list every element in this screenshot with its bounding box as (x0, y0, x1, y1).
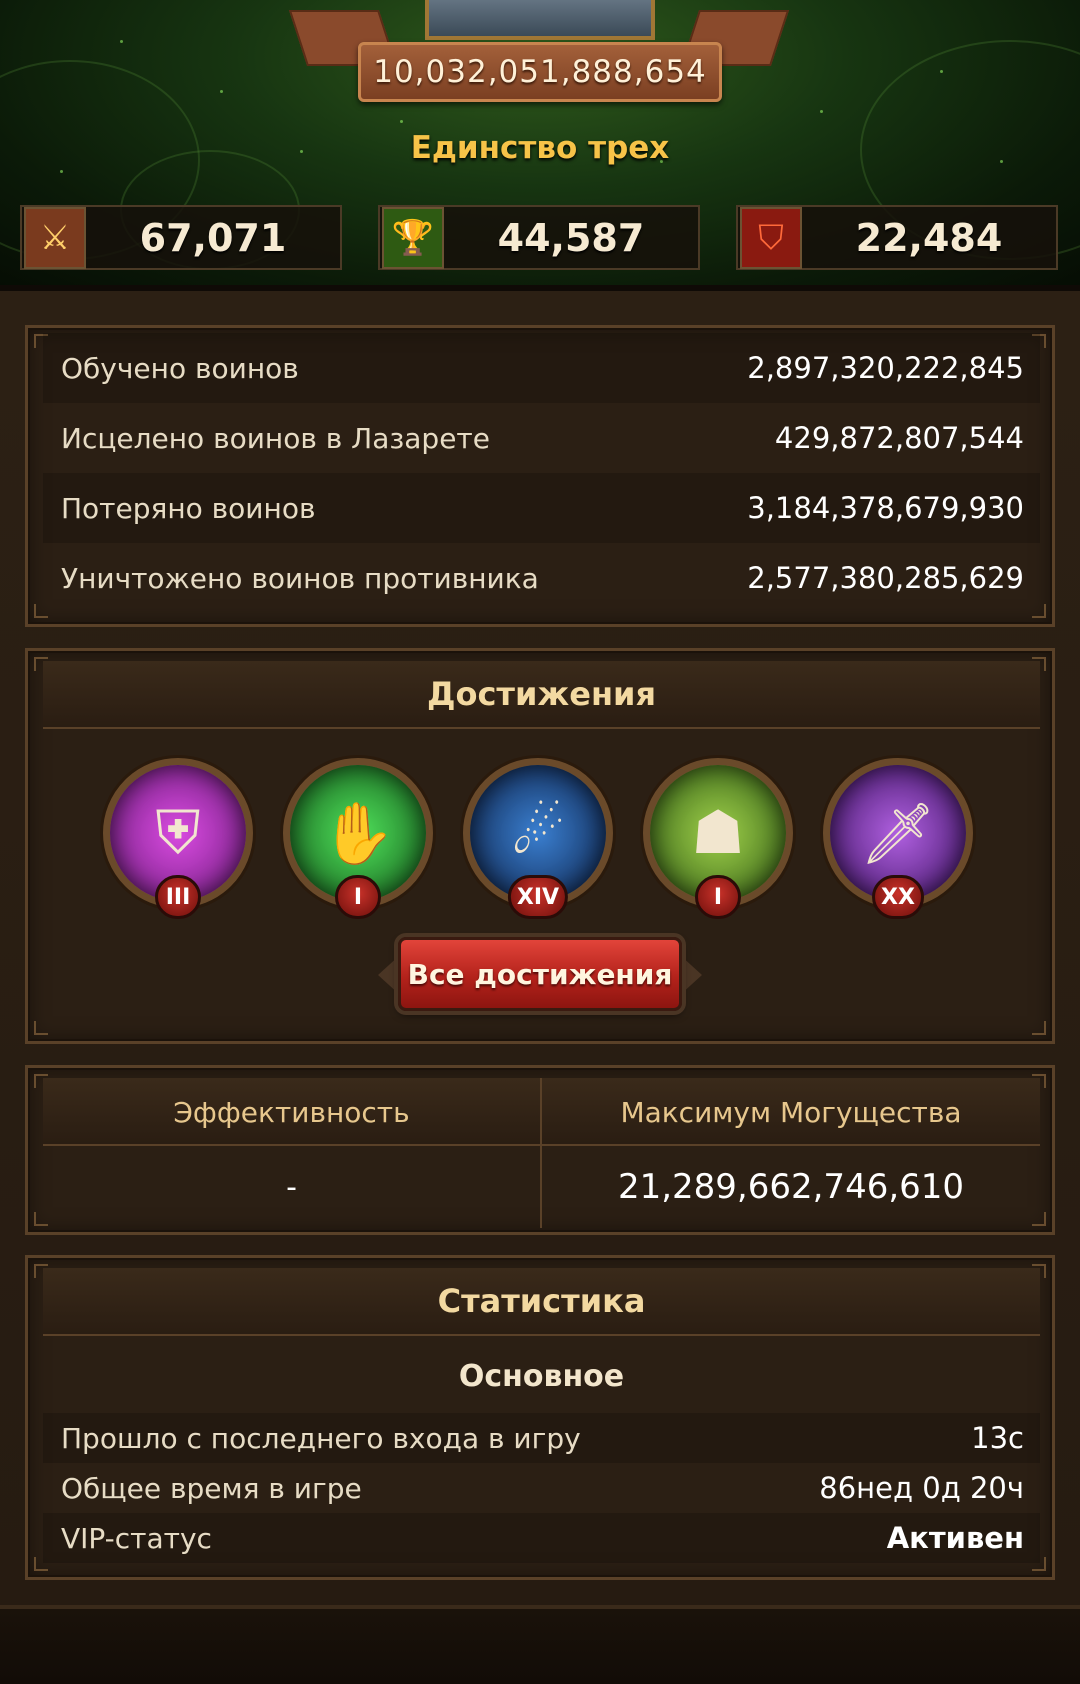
broken-shield-icon: ⛉ (740, 206, 802, 269)
trophy-icon: 🏆 (382, 206, 444, 269)
enemies-killed-row: Уничтожено воинов противника 2,577,380,2… (61, 561, 1024, 595)
efficiency-value: - (286, 1169, 297, 1205)
button-ornament-left (378, 955, 400, 995)
kills-stat: ⚔ 67,071 (20, 205, 342, 270)
troops-trained-row: Обучено воинов 2,897,320,222,845 (43, 333, 1040, 403)
statistics-subtitle: Основное (458, 1358, 625, 1394)
alliance-name[interactable]: Единство трех (0, 130, 1080, 166)
achievement-badge[interactable]: ☗ I (643, 758, 793, 919)
bottom-bar (0, 1605, 1080, 1684)
defeats-stat: ⛉ 22,484 (736, 205, 1058, 270)
profile-header: 10,032,051,888,654 Единство трех ⚔ 67,07… (0, 0, 1080, 285)
achievements-title: Достижения (43, 661, 1040, 729)
avatar[interactable] (425, 0, 655, 40)
troops-panel: Обучено воинов 2,897,320,222,845 Исцелен… (25, 325, 1055, 627)
max-power-label: Максимум Могущества (620, 1095, 962, 1129)
victories-stat: 🏆 44,587 (378, 205, 700, 270)
achievement-badge[interactable]: ☄ XIV (463, 758, 613, 919)
last-login-row: Прошло с последнего входа в игру 13с (43, 1413, 1040, 1463)
troops-lost-row: Потеряно воинов 3,184,378,679,930 (43, 473, 1040, 543)
statistics-title: Статистика (43, 1268, 1040, 1336)
achievement-badge[interactable]: 🗡 XX (823, 758, 973, 919)
statistics-panel: Статистика Основное Прошло с последнего … (25, 1255, 1055, 1580)
efficiency-panel: Эффективность Максимум Могущества - 21,2… (25, 1065, 1055, 1235)
max-power-value: 21,289,662,746,610 (617, 1167, 965, 1207)
all-achievements-button[interactable]: Все достижения (398, 937, 682, 1011)
total-playtime-row: Общее время в игре 86нед 0д 20ч (61, 1471, 1024, 1505)
power-value: 10,032,051,888,654 (358, 42, 722, 102)
achievement-badge[interactable]: ✋ I (283, 758, 433, 919)
vip-status-row: VIP-статус Активен (43, 1513, 1040, 1563)
button-ornament-right (680, 955, 702, 995)
crossed-swords-icon: ⚔ (24, 206, 86, 269)
efficiency-label: Эффективность (173, 1095, 410, 1129)
achievement-badge[interactable]: ⛨ III (103, 758, 253, 919)
troops-healed-row: Исцелено воинов в Лазарете 429,872,807,5… (61, 421, 1024, 455)
